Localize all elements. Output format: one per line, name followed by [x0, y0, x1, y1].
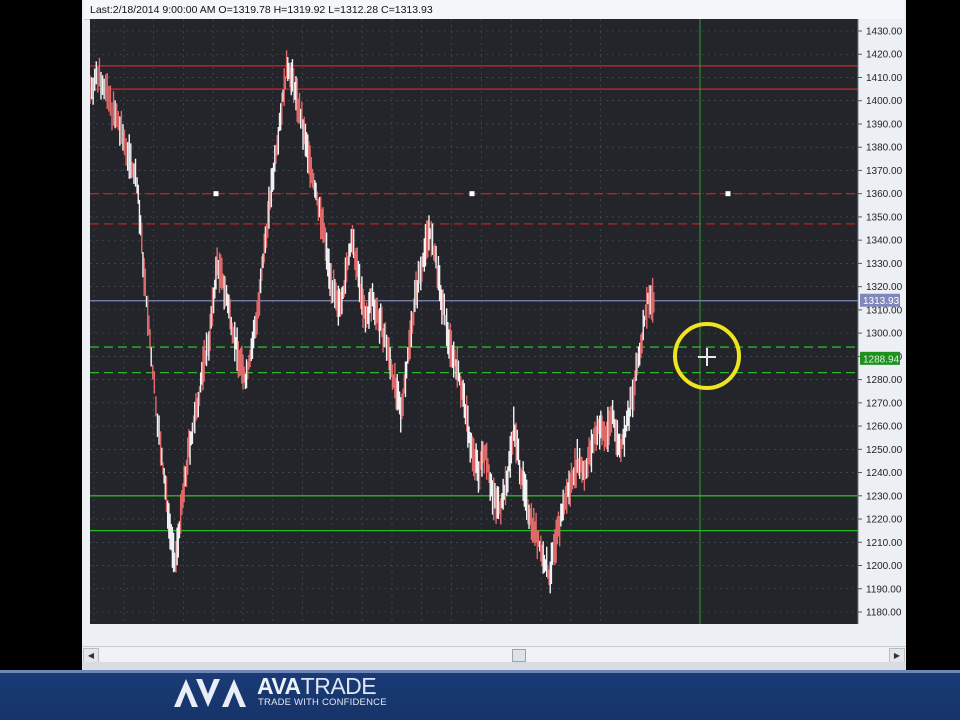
y-tick-label: 1320.00 [866, 282, 903, 293]
brand-light: TRADE [300, 673, 377, 699]
y-tick-label: 1230.00 [866, 491, 903, 502]
y-tick-label: 1370.00 [866, 166, 903, 177]
y-tick-label: 1400.00 [866, 96, 903, 107]
plot-area[interactable] [90, 19, 858, 624]
y-tick-label: 1240.00 [866, 468, 903, 479]
line-handle-marker[interactable] [213, 191, 219, 197]
status-strip [82, 662, 906, 670]
y-tick-label: 1430.00 [866, 27, 903, 38]
avatrade-logo-icon [174, 679, 246, 707]
line-handle-marker[interactable] [469, 191, 475, 197]
y-tick-label: 1210.00 [866, 538, 903, 549]
scroll-left-button[interactable]: ◀ [83, 648, 99, 663]
price-chart[interactable]: 1430.00 1420.00 1410.00 1400.00 1390.00 1380.… [90, 19, 906, 633]
y-tick-label: 1180.00 [866, 608, 902, 619]
green-price-label: 1288.94 [863, 354, 900, 365]
logo-a-right-icon [222, 679, 246, 707]
scroll-thumb[interactable] [512, 649, 526, 662]
y-tick-label: 1280.00 [866, 375, 903, 386]
ohlc-readout: Last:2/18/2014 9:00:00 AM O=1319.78 H=13… [84, 0, 904, 20]
line-handle-marker[interactable] [725, 191, 731, 197]
y-tick-label: 1380.00 [866, 143, 903, 154]
brand-name: AVATRADE [257, 673, 377, 700]
logo-v-icon [196, 679, 220, 707]
scroll-right-button[interactable]: ▶ [889, 648, 905, 663]
brand-bold: AVA [257, 673, 301, 699]
y-tick-label: 1340.00 [866, 236, 903, 247]
y-tick-label: 1420.00 [866, 50, 903, 61]
y-tick-label: 1300.00 [866, 329, 903, 340]
y-tick-label: 1260.00 [866, 422, 903, 433]
y-tick-label: 1250.00 [866, 445, 903, 456]
brand-tagline: TRADE WITH CONFIDENCE [258, 697, 387, 708]
y-tick-label: 1350.00 [866, 212, 903, 223]
y-tick-label: 1270.00 [866, 398, 903, 409]
y-tick-label: 1190.00 [866, 584, 902, 595]
y-tick-label: 1360.00 [866, 189, 903, 200]
y-tick-label: 1410.00 [866, 73, 903, 84]
footer-divider [0, 670, 960, 673]
brand-footer [0, 670, 960, 720]
horizontal-scrollbar[interactable]: ◀ ▶ [82, 646, 906, 663]
y-tick-label: 1200.00 [866, 561, 903, 572]
logo-a-left-icon [174, 679, 198, 707]
y-tick-label: 1390.00 [866, 119, 903, 130]
y-tick-label: 1220.00 [866, 515, 903, 526]
last-price-label: 1313.93 [863, 296, 900, 307]
y-tick-label: 1330.00 [866, 259, 903, 270]
